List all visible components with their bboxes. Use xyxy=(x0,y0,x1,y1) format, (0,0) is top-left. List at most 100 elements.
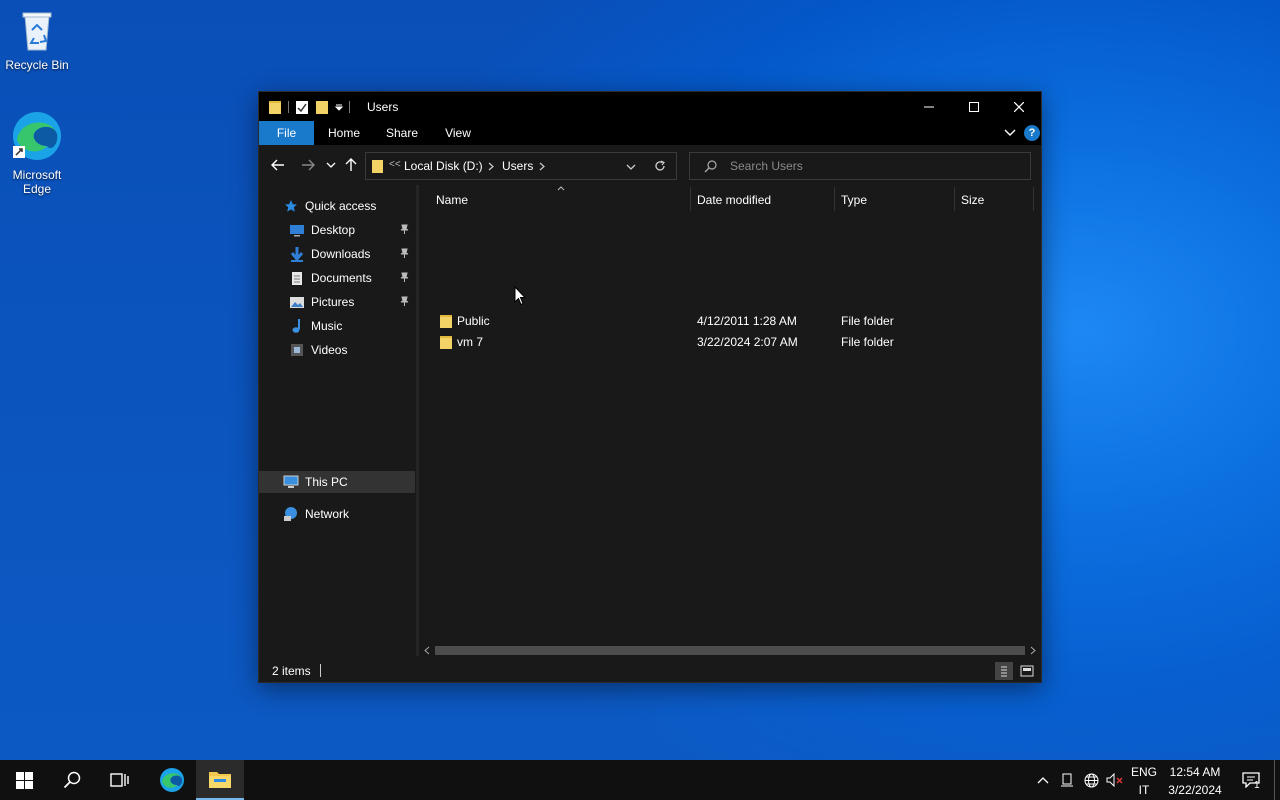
recent-locations-button[interactable] xyxy=(321,155,341,175)
customize-toolbar-icon[interactable] xyxy=(335,103,343,111)
column-divider[interactable] xyxy=(690,187,691,211)
nav-network[interactable]: Network xyxy=(259,503,415,525)
window-title: Users xyxy=(367,100,399,114)
details-view-icon xyxy=(1001,666,1007,677)
desktop-icon xyxy=(289,222,305,238)
clock-time: 12:54 AM xyxy=(1169,765,1221,779)
pin-icon[interactable] xyxy=(400,272,409,285)
documents-icon xyxy=(289,270,305,286)
nav-item-pictures[interactable]: Pictures xyxy=(259,291,415,313)
nav-quick-access-label: Quick access xyxy=(305,199,377,213)
nav-item-desktop[interactable]: Desktop xyxy=(259,219,415,241)
large-icons-view-icon xyxy=(1020,665,1034,677)
scroll-left-icon[interactable] xyxy=(424,646,430,655)
column-divider[interactable] xyxy=(1033,187,1034,211)
close-button[interactable] xyxy=(996,92,1041,121)
tab-view[interactable]: View xyxy=(435,121,481,145)
address-segment-users[interactable]: Users xyxy=(502,159,533,173)
volume-tray-button[interactable] xyxy=(1104,760,1126,800)
horizontal-scrollbar[interactable] xyxy=(419,643,1041,658)
column-divider[interactable] xyxy=(834,187,835,211)
column-header-type[interactable]: Type xyxy=(841,193,867,213)
search-button[interactable] xyxy=(48,760,96,800)
forward-arrow-icon xyxy=(302,159,315,171)
clock[interactable]: 12:54 AM 3/22/2024 xyxy=(1162,765,1228,797)
task-view-button[interactable] xyxy=(96,760,144,800)
start-button[interactable] xyxy=(0,760,48,800)
pin-icon[interactable] xyxy=(400,248,409,261)
chevron-right-icon[interactable] xyxy=(539,162,545,171)
taskbar-file-explorer-button[interactable] xyxy=(196,760,244,800)
nav-item-label: Videos xyxy=(311,343,348,357)
notification-center-button[interactable]: 1 xyxy=(1234,760,1268,800)
edge-label: Microsoft xyxy=(12,168,62,182)
computer-icon xyxy=(283,474,299,490)
taskbar-edge-button[interactable] xyxy=(148,760,196,800)
minimize-icon xyxy=(923,106,934,107)
nav-this-pc[interactable]: This PC xyxy=(259,471,415,493)
file-explorer-icon xyxy=(209,772,231,788)
nav-quick-access[interactable]: Quick access xyxy=(259,195,415,217)
scroll-right-icon[interactable] xyxy=(1030,646,1036,655)
nav-item-videos[interactable]: Videos xyxy=(259,339,415,361)
recycle-bin-icon xyxy=(0,8,74,55)
toolbar-divider xyxy=(288,101,289,113)
column-divider[interactable] xyxy=(954,187,955,211)
properties-icon[interactable] xyxy=(295,99,309,115)
large-icons-view-button[interactable] xyxy=(1018,662,1036,680)
task-view-icon xyxy=(110,773,129,787)
column-header-name[interactable]: Name xyxy=(436,193,468,213)
minimize-button[interactable] xyxy=(906,92,951,121)
tab-file[interactable]: File xyxy=(259,121,314,145)
scrollbar-thumb[interactable] xyxy=(435,646,1025,655)
pictures-icon xyxy=(289,294,305,310)
up-button[interactable] xyxy=(341,155,361,175)
file-type: File folder xyxy=(841,314,894,328)
column-header-size[interactable]: Size xyxy=(961,193,984,213)
close-icon xyxy=(1013,101,1024,112)
quick-access-toolbar xyxy=(268,99,350,115)
nav-item-documents[interactable]: Documents xyxy=(259,267,415,289)
clock-date: 3/22/2024 xyxy=(1168,783,1222,797)
back-button[interactable] xyxy=(268,155,288,175)
nav-item-label: Documents xyxy=(311,271,372,285)
address-segment-drive[interactable]: Local Disk (D:) xyxy=(404,159,483,173)
videos-icon xyxy=(289,342,305,358)
device-tray-button[interactable] xyxy=(1056,760,1078,800)
column-header-date[interactable]: Date modified xyxy=(697,193,771,213)
expand-ribbon-icon[interactable] xyxy=(1004,128,1016,138)
pin-icon[interactable] xyxy=(400,224,409,237)
address-overflow[interactable]: << xyxy=(389,159,401,170)
address-history-icon[interactable] xyxy=(626,163,636,171)
maximize-button[interactable] xyxy=(951,92,996,121)
refresh-icon[interactable] xyxy=(654,160,666,172)
folder-icon xyxy=(440,315,452,328)
nav-item-music[interactable]: Music xyxy=(259,315,415,337)
search-box[interactable]: Search Users xyxy=(689,152,1031,180)
nav-item-downloads[interactable]: Downloads xyxy=(259,243,415,265)
recycle-bin-shortcut[interactable]: Recycle Bin xyxy=(0,8,74,72)
network-tray-button[interactable] xyxy=(1080,760,1102,800)
chevron-right-icon[interactable] xyxy=(488,162,494,171)
up-arrow-icon xyxy=(345,158,357,171)
tab-home[interactable]: Home xyxy=(321,121,367,145)
help-icon[interactable]: ? xyxy=(1024,125,1040,141)
list-item[interactable]: Public 4/12/2011 1:28 AM File folder xyxy=(437,310,1017,331)
tab-share[interactable]: Share xyxy=(379,121,425,145)
maximize-icon xyxy=(968,101,979,112)
edge-shortcut[interactable]: Microsoft Edge xyxy=(0,110,74,196)
file-explorer-window: Users File Home Share View ? << Local Di… xyxy=(258,91,1042,683)
title-bar[interactable]: Users xyxy=(259,92,1041,121)
language-indicator[interactable]: ENG IT xyxy=(1128,765,1160,797)
pin-icon[interactable] xyxy=(400,296,409,309)
item-count: 2 items xyxy=(272,664,311,678)
edge-label-line2: Edge xyxy=(22,182,52,196)
list-item[interactable]: vm 7 3/22/2024 2:07 AM File folder xyxy=(437,331,1017,352)
show-desktop-button[interactable] xyxy=(1274,760,1280,800)
forward-button[interactable] xyxy=(298,155,318,175)
details-view-button[interactable] xyxy=(995,662,1013,680)
music-icon xyxy=(289,318,305,334)
show-hidden-icons-button[interactable] xyxy=(1032,760,1054,800)
address-bar[interactable]: << Local Disk (D:) Users xyxy=(365,152,677,180)
new-folder-icon[interactable] xyxy=(315,99,329,115)
